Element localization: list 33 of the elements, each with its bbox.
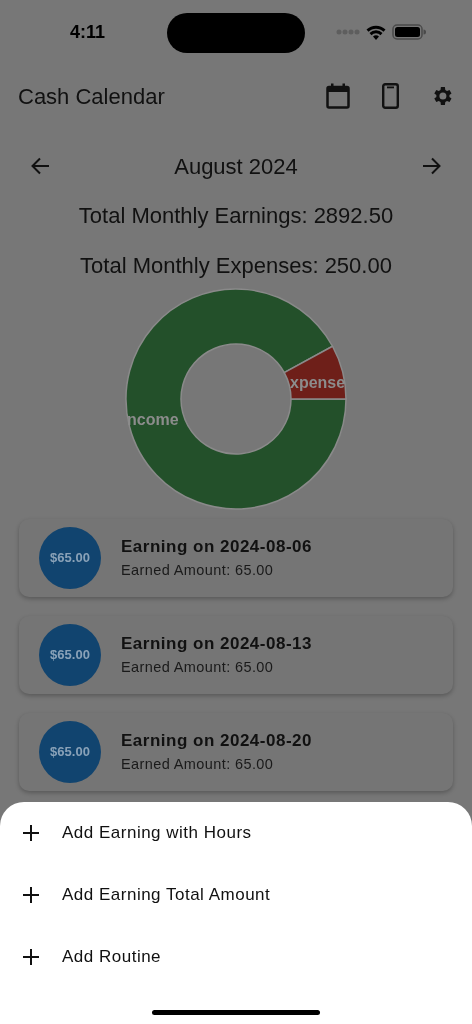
- slice-label: ncome: [127, 411, 179, 428]
- status-time: 4:11: [70, 20, 106, 44]
- sheet-option[interactable]: Add Earning Total Amount: [0, 864, 472, 926]
- plus-icon: [22, 886, 40, 904]
- total-text: Total Monthly Expenses: 250.00: [80, 252, 392, 280]
- entry-title: Earning on 2024-08-13: [121, 633, 312, 655]
- entry-subtitle: Earned Amount: 65.00: [121, 658, 275, 677]
- amount-badge: $65.00: [39, 624, 101, 686]
- sheet-option[interactable]: Add Earning with Hours: [0, 802, 472, 864]
- signal-icon: [336, 29, 360, 35]
- calendar-icon: [326, 83, 350, 109]
- app-title: Cash Calendar: [18, 82, 165, 111]
- back-arrow-icon: [30, 157, 50, 175]
- calendar-button[interactable]: [323, 81, 353, 111]
- amount-badge: $65.00: [39, 527, 101, 589]
- entry-title: Earning on 2024-08-06: [121, 536, 312, 558]
- plus-icon: [22, 824, 40, 842]
- wifi-icon: [366, 24, 386, 40]
- entry-subtitle: Earned Amount: 65.00: [121, 561, 275, 580]
- total-text: Total Monthly Earnings: 2892.50: [78, 202, 394, 230]
- amount-badge: $65.00: [39, 721, 101, 783]
- sheet-option[interactable]: Add Routine: [0, 926, 472, 988]
- entry-subtitle: Earned Amount: 65.00: [121, 755, 275, 774]
- slice-label: xpense: [290, 374, 346, 391]
- entry-card[interactable]: $65.00 Earning on 2024-08-06 Earned Amount: 65.00: [19, 519, 453, 597]
- plus-icon: [22, 948, 40, 966]
- phone-icon: [381, 83, 399, 109]
- entry-card[interactable]: $65.00 Earning on 2024-08-13 Earned Amount: 65.00: [19, 616, 453, 694]
- entry-card[interactable]: $65.00 Earning on 2024-08-20 Earned Amount: 65.00: [19, 713, 453, 791]
- battery-icon: [392, 24, 426, 40]
- month-label: August 2024: [174, 152, 298, 181]
- entry-title: Earning on 2024-08-20: [121, 730, 312, 752]
- forward-arrow-icon: [422, 157, 442, 175]
